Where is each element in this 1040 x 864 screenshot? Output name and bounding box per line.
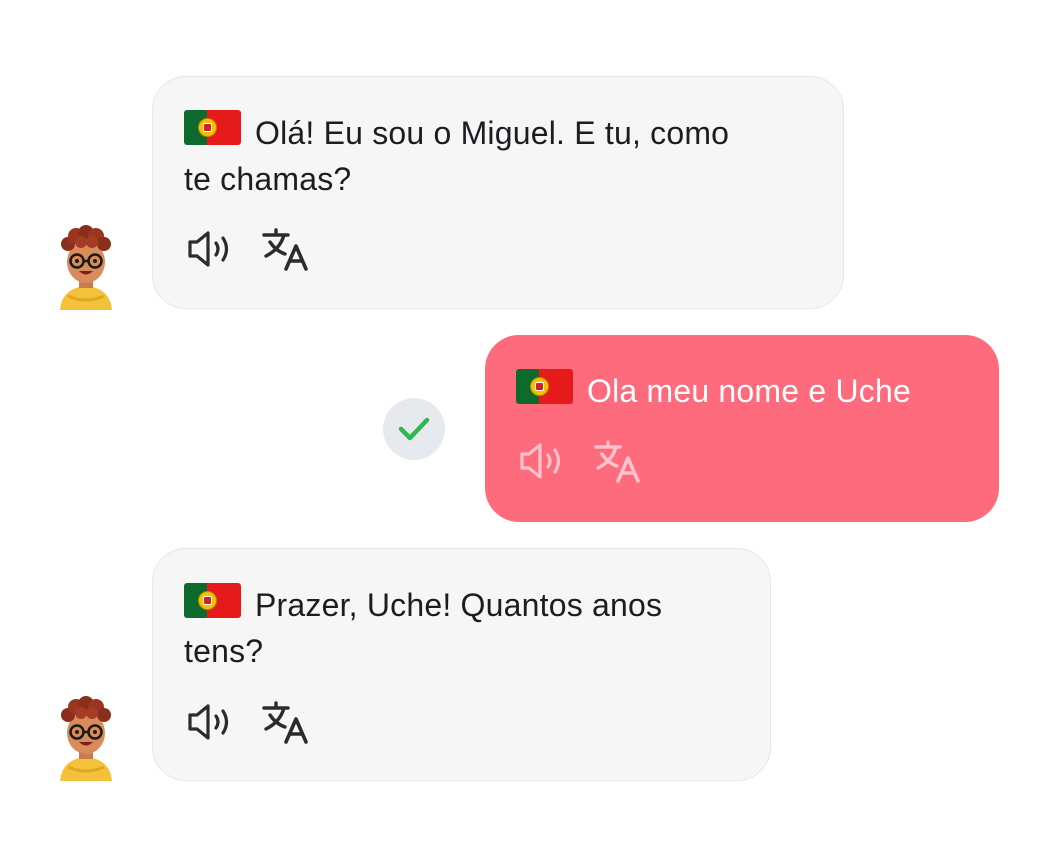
avatar-icon	[54, 222, 118, 312]
message-text-line: Prazer, Uche! Quantos anos	[255, 587, 663, 623]
message-bubble-user: Ola meu nome e Uche	[485, 335, 999, 522]
portugal-flag-icon	[516, 369, 573, 404]
portugal-flag-icon	[184, 110, 241, 145]
chat-conversation: Olá! Eu sou o Miguel. E tu, como te cham…	[0, 0, 1040, 864]
translate-icon[interactable]	[259, 699, 313, 745]
translate-icon[interactable]	[259, 226, 313, 272]
message-text-line: te chamas?	[184, 161, 352, 197]
message-bubble-bot: Olá! Eu sou o Miguel. E tu, como te cham…	[152, 76, 844, 309]
message-text-line: Olá! Eu sou o Miguel. E tu, como	[255, 115, 730, 151]
message-bubble-bot: Prazer, Uche! Quantos anos tens?	[152, 548, 771, 781]
check-icon	[383, 398, 445, 460]
avatar-icon	[54, 693, 118, 783]
translate-icon[interactable]	[591, 438, 645, 484]
speaker-icon[interactable]	[183, 226, 237, 272]
speaker-icon[interactable]	[515, 438, 569, 484]
message-text-line: tens?	[184, 633, 264, 669]
message-text-line: Ola meu nome e Uche	[587, 373, 911, 409]
speaker-icon[interactable]	[183, 699, 237, 745]
portugal-flag-icon	[184, 583, 241, 618]
